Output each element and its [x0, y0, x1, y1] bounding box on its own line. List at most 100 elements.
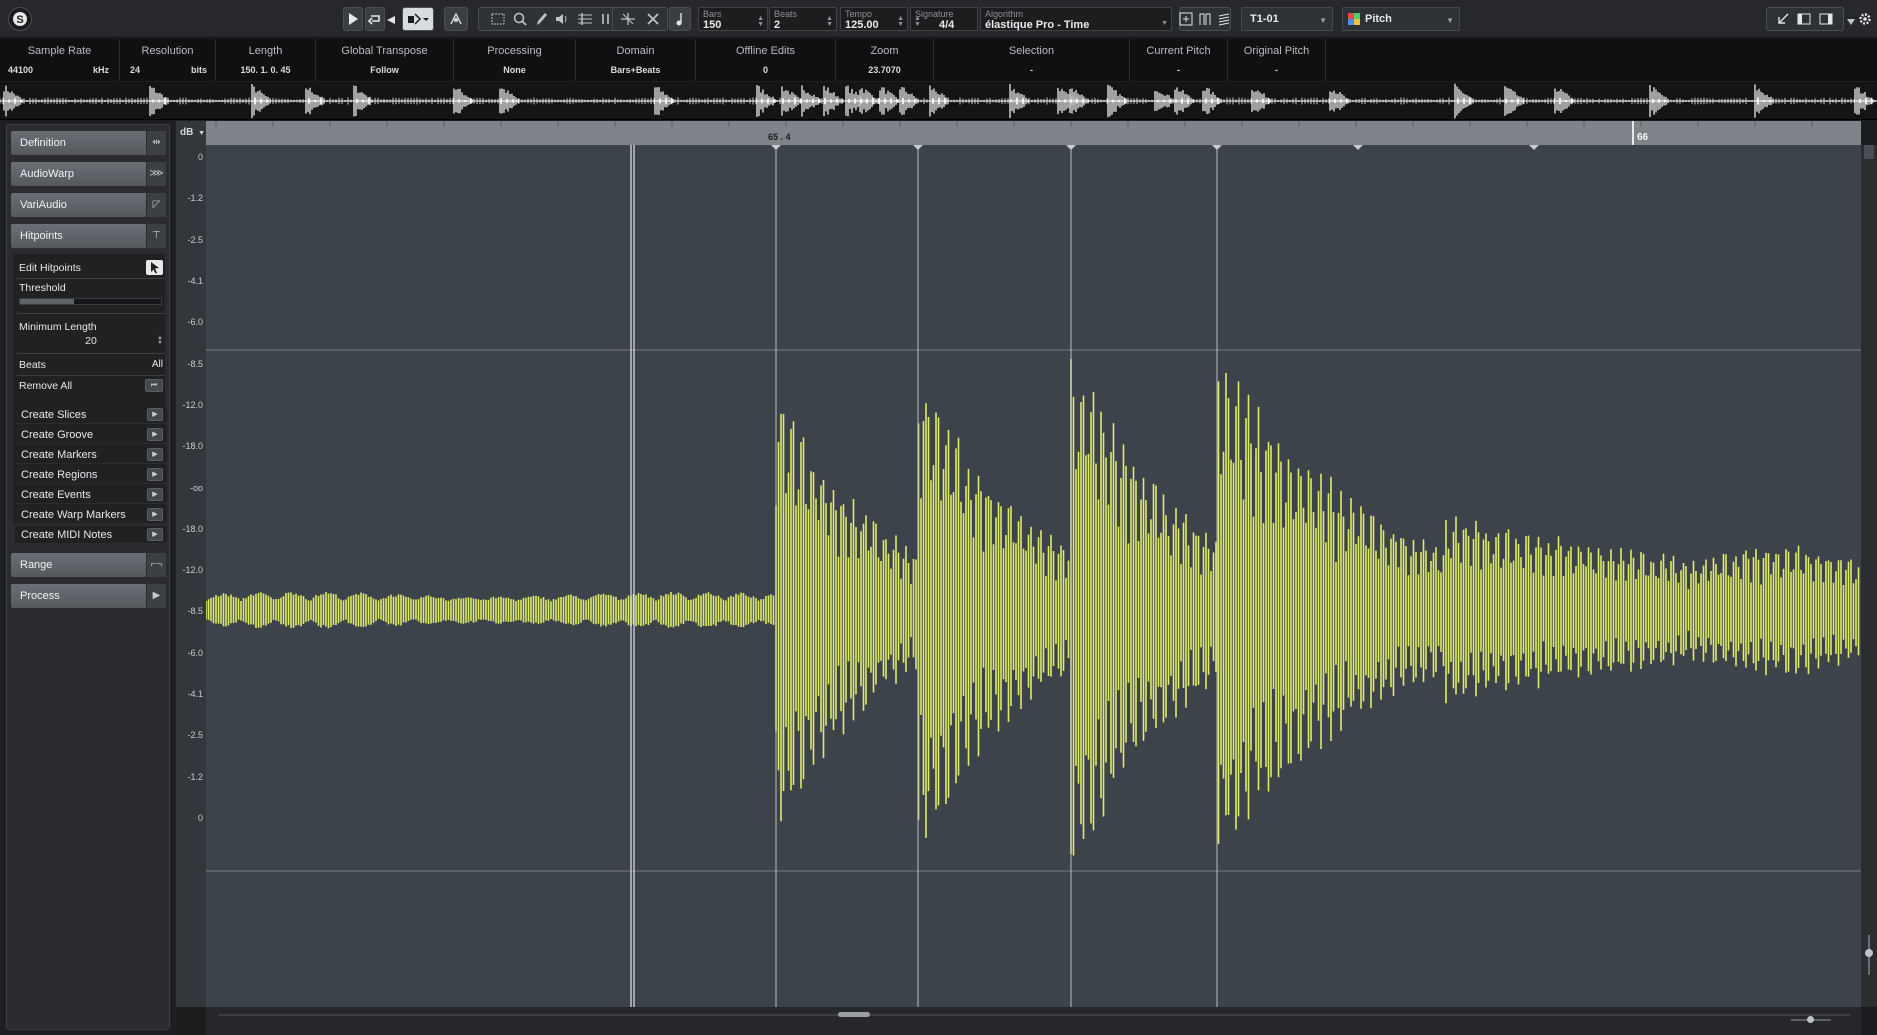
info-current-pitch[interactable]: Current Pitch -: [1130, 39, 1228, 81]
collapse-icon[interactable]: [1777, 13, 1789, 25]
create-events-button[interactable]: Create Events ▶: [15, 486, 167, 504]
right-zone-icon[interactable]: [1819, 13, 1833, 25]
info-line: Sample Rate 44100 kHz Resolution 24 bits…: [0, 39, 1877, 81]
section-range[interactable]: Range ⌐¬: [11, 553, 166, 577]
algorithm-label: Algorithm: [985, 9, 1024, 19]
info-unit: bits: [190, 65, 207, 75]
waveform-display[interactable]: [205, 145, 1861, 1007]
db-scale-header[interactable]: dB ▼: [176, 121, 206, 145]
hitpoint-triangle-icon[interactable]: [1066, 145, 1076, 150]
action-label: Create Regions: [21, 469, 98, 481]
bars-field[interactable]: Bars 150 ▲ ▼: [698, 7, 768, 31]
play-icon[interactable]: ▶: [147, 528, 163, 541]
section-definition[interactable]: Definition ⇹: [11, 131, 166, 155]
zoom-slider-handle[interactable]: [1865, 949, 1873, 957]
algorithm-select[interactable]: Algorithm élastique Pro - Time ▼: [980, 7, 1172, 31]
create-regions-button[interactable]: Create Regions ▶: [15, 466, 167, 484]
play-icon[interactable]: ▶: [147, 448, 163, 461]
create-groove-button[interactable]: Create Groove ▶: [15, 426, 167, 444]
scroll-thumb[interactable]: [838, 1012, 870, 1017]
layers-icon[interactable]: [1217, 12, 1231, 26]
info-offline-edits[interactable]: Offline Edits 0: [696, 39, 836, 81]
create-warp-markers-button[interactable]: Create Warp Markers ▶: [15, 506, 167, 524]
chevron-down-icon[interactable]: [1864, 145, 1874, 159]
metronome-note-icon[interactable]: [669, 7, 691, 31]
scroll-track: [218, 1014, 1850, 1016]
play-icon[interactable]: ▶: [147, 408, 163, 421]
hitpoint-triangle-icon[interactable]: [771, 145, 781, 150]
info-resolution[interactable]: Resolution 24 bits: [120, 39, 216, 81]
play-icon[interactable]: ▶: [147, 428, 163, 441]
threshold-slider[interactable]: [19, 298, 162, 305]
beats-filter-row[interactable]: Beats All: [15, 359, 167, 373]
signature-spinner-icon[interactable]: ▲ ▼: [914, 15, 921, 28]
tempo-spinner-icon[interactable]: ▲ ▼: [897, 15, 904, 28]
snap-icon[interactable]: [620, 12, 636, 26]
info-selection[interactable]: Selection -: [934, 39, 1130, 81]
play-icon[interactable]: ▶: [147, 508, 163, 521]
info-original-pitch[interactable]: Original Pitch -: [1228, 39, 1326, 81]
hitpoint-triangle-icon[interactable]: [1212, 145, 1222, 150]
section-process[interactable]: Process ▶: [11, 584, 166, 608]
chevron-down-icon[interactable]: [1847, 12, 1855, 30]
info-domain[interactable]: Domain Bars+Beats: [576, 39, 696, 81]
create-markers-button[interactable]: Create Markers ▶: [15, 446, 167, 464]
create-midi-notes-button[interactable]: Create MIDI Notes ▶: [15, 526, 167, 544]
range-select-icon[interactable]: [491, 13, 505, 25]
left-zone-icon[interactable]: [1797, 13, 1811, 25]
create-slices-button[interactable]: Create Slices ▶: [15, 406, 167, 424]
warp-icon[interactable]: [577, 13, 593, 25]
spinner-icon[interactable]: ▲ ▼: [157, 335, 163, 346]
hitpoint-triangle-icon[interactable]: [1353, 145, 1363, 150]
remove-all-row[interactable]: Remove All ⏮: [15, 379, 167, 395]
action-label: Create Slices: [21, 409, 87, 421]
audition-scrub-icon[interactable]: [444, 7, 468, 31]
object-select-tool-button[interactable]: [402, 7, 434, 31]
hitpoint-mode-icon[interactable]: [1199, 12, 1211, 26]
play-icon[interactable]: ▶: [147, 488, 163, 501]
db-tick-label: -2.5: [187, 730, 203, 741]
info-length[interactable]: Length 150. 1. 0. 45: [216, 39, 316, 81]
vertical-zoom-bar[interactable]: [1861, 145, 1877, 1007]
hitpoints-icon: ⊤: [146, 224, 166, 248]
auto-scroll-icon[interactable]: [1179, 12, 1193, 26]
zoom-icon[interactable]: [513, 12, 527, 26]
info-sample-rate[interactable]: Sample Rate 44100 kHz: [0, 39, 120, 81]
edit-hitpoints-arrow-icon[interactable]: [146, 260, 163, 275]
pencil-icon[interactable]: [535, 12, 547, 26]
section-hitpoints[interactable]: Hitpoints ⊤: [11, 224, 166, 248]
gear-icon[interactable]: [1856, 7, 1874, 31]
section-audiowarp[interactable]: AudioWarp ⋙: [11, 162, 166, 186]
section-variaudio[interactable]: VariAudio ◸: [11, 193, 166, 217]
play-button[interactable]: [343, 7, 363, 31]
min-length-field[interactable]: 20 ▲ ▼: [15, 335, 167, 349]
overview-line[interactable]: [0, 82, 1877, 120]
beats-field[interactable]: Beats 2 ▲ ▼: [769, 7, 837, 31]
play-icon[interactable]: ▶: [147, 468, 163, 481]
zero-crossing-icon[interactable]: [646, 12, 660, 26]
hitpoint-triangle-icon[interactable]: [1529, 145, 1539, 150]
horizontal-zoom-handle[interactable]: [1807, 1016, 1814, 1023]
track-select[interactable]: T1-01 ▼: [1241, 7, 1333, 31]
beats-spinner-icon[interactable]: ▲ ▼: [826, 15, 833, 28]
remove-all-icon[interactable]: ⏮: [145, 379, 163, 392]
info-processing[interactable]: Processing None: [454, 39, 576, 81]
edit-hitpoints-label: Edit Hitpoints: [19, 262, 81, 274]
pitch-select[interactable]: Pitch ▼: [1342, 7, 1460, 31]
loop-button[interactable]: [365, 7, 385, 31]
ruler[interactable]: 65 . 4 66: [206, 121, 1861, 145]
steinberg-logo-icon[interactable]: S: [8, 7, 32, 31]
speaker-icon[interactable]: [555, 13, 569, 25]
tempo-field[interactable]: Tempo 125.00 ▲ ▼: [840, 7, 908, 31]
bars-spinner-icon[interactable]: ▲ ▼: [757, 15, 764, 28]
info-zoom[interactable]: Zoom 23.7070: [836, 39, 934, 81]
info-value: Bars+Beats: [610, 65, 661, 75]
speaker-triangle-icon[interactable]: [387, 11, 395, 29]
horizontal-scrollbar[interactable]: [206, 1007, 1861, 1035]
beats-filter-value: All: [151, 359, 163, 370]
hitpoint-triangle-icon[interactable]: [913, 145, 923, 150]
info-global-transpose[interactable]: Global Transpose Follow: [316, 39, 454, 81]
signature-field[interactable]: Signature 4/4 ▲ ▼: [910, 7, 978, 31]
section-process-label: Process: [20, 590, 60, 602]
edit-hitpoints-row[interactable]: Edit Hitpoints: [15, 260, 167, 276]
